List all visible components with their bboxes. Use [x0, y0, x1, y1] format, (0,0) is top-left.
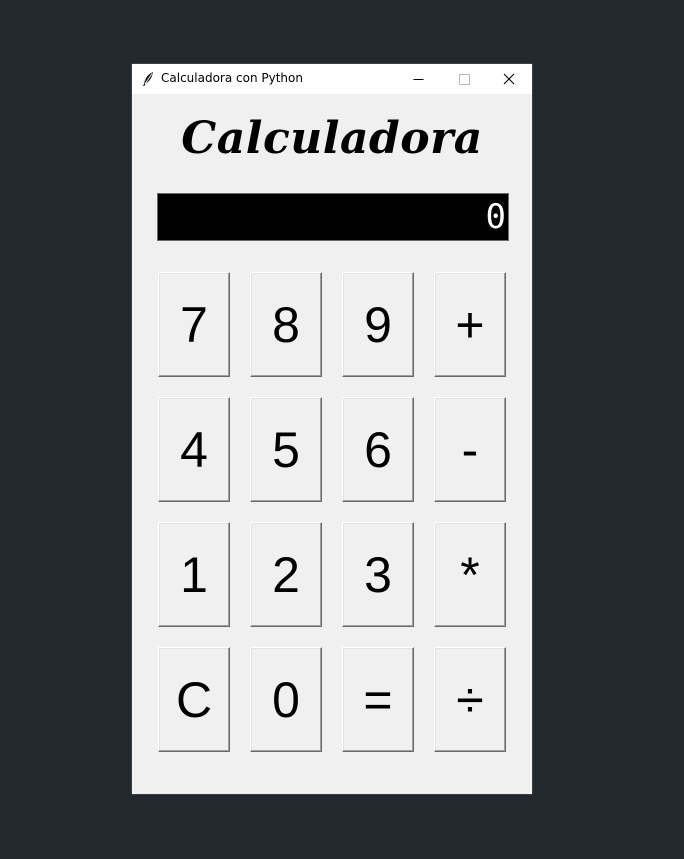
app-heading: Calculadora: [181, 113, 483, 164]
title-bar[interactable]: Calculadora con Python: [132, 64, 532, 94]
feather-icon: [141, 71, 155, 87]
multiply-button[interactable]: *: [434, 522, 506, 627]
close-button[interactable]: [486, 64, 532, 94]
calculator-window: Calculadora con Python Calculadora 0 7 8…: [132, 64, 532, 794]
clear-button[interactable]: C: [158, 647, 230, 752]
maximize-icon: [458, 70, 470, 89]
minimize-button[interactable]: [395, 64, 441, 94]
digit-7-button[interactable]: 7: [158, 272, 230, 377]
digit-3-button[interactable]: 3: [342, 522, 414, 627]
digit-0-button[interactable]: 0: [250, 647, 322, 752]
minimize-icon: [413, 70, 424, 89]
divide-button[interactable]: ÷: [434, 647, 506, 752]
digit-4-button[interactable]: 4: [158, 397, 230, 502]
subtract-button[interactable]: -: [434, 397, 506, 502]
result-display[interactable]: 0: [157, 193, 509, 241]
digit-8-button[interactable]: 8: [250, 272, 322, 377]
digit-2-button[interactable]: 2: [250, 522, 322, 627]
display-value: 0: [485, 197, 506, 237]
digit-1-button[interactable]: 1: [158, 522, 230, 627]
window-title: Calculadora con Python: [161, 71, 303, 85]
maximize-button[interactable]: [441, 64, 487, 94]
digit-6-button[interactable]: 6: [342, 397, 414, 502]
equals-button[interactable]: =: [342, 647, 414, 752]
digit-9-button[interactable]: 9: [342, 272, 414, 377]
add-button[interactable]: +: [434, 272, 506, 377]
close-icon: [503, 70, 515, 89]
digit-5-button[interactable]: 5: [250, 397, 322, 502]
